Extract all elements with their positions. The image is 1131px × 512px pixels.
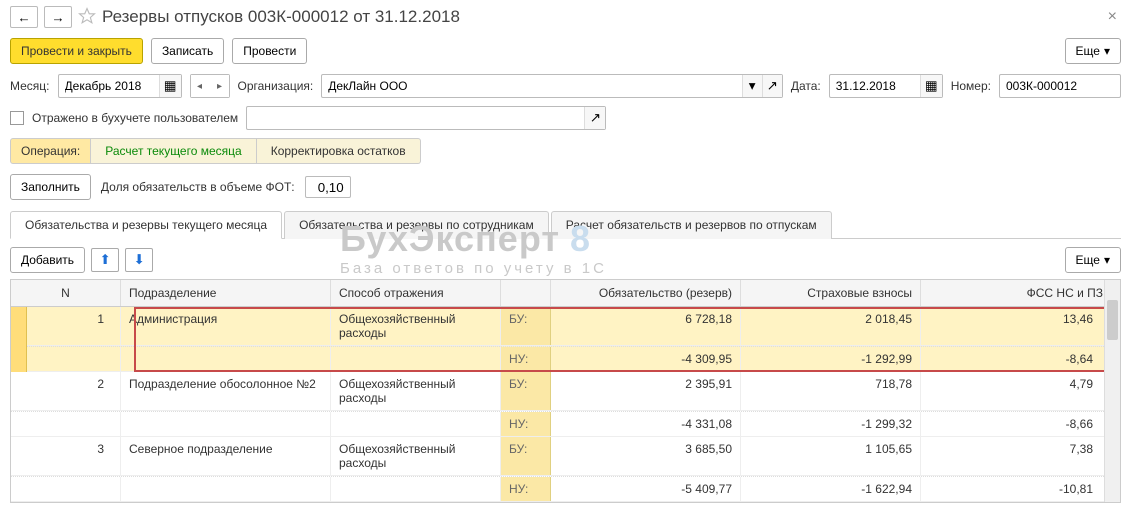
table-row[interactable]: НУ: -4 331,08 -1 299,32 -8,66 bbox=[11, 411, 1120, 437]
reflected-checkbox[interactable] bbox=[10, 111, 24, 125]
th-ob[interactable]: Обязательство (резерв) bbox=[551, 280, 741, 306]
arrow-left-icon: ← bbox=[17, 10, 30, 25]
number-input[interactable] bbox=[999, 74, 1121, 98]
move-down-button[interactable]: ⬇ bbox=[125, 248, 153, 272]
back-button[interactable]: ← bbox=[10, 6, 38, 28]
reflected-input[interactable]: ↗ bbox=[246, 106, 606, 130]
table-more-button[interactable]: Еще▾ bbox=[1065, 247, 1121, 273]
date-label: Дата: bbox=[791, 79, 821, 93]
arrow-right-icon: → bbox=[51, 10, 64, 25]
row-selection-marker bbox=[11, 307, 27, 372]
calendar-icon[interactable]: ▦ bbox=[920, 75, 942, 97]
forward-button[interactable]: → bbox=[44, 6, 72, 28]
month-nav[interactable]: ◂ ▸ bbox=[190, 74, 230, 98]
month-input[interactable]: ▦ bbox=[58, 74, 182, 98]
prev-icon[interactable]: ◂ bbox=[191, 75, 209, 97]
date-input[interactable]: ▦ bbox=[829, 74, 943, 98]
tab-employees[interactable]: Обязательства и резервы по сотрудникам bbox=[284, 211, 549, 239]
table-row[interactable]: НУ: -5 409,77 -1 622,94 -10,81 bbox=[11, 476, 1120, 502]
table-row[interactable]: 1 Администрация Общехозяйственный расход… bbox=[11, 307, 1120, 346]
table-row[interactable]: 3 Северное подразделение Общехозяйственн… bbox=[11, 437, 1120, 476]
th-fss[interactable]: ФСС НС и ПЗ bbox=[921, 280, 1111, 306]
th-acc bbox=[501, 280, 551, 306]
arrow-up-icon: ⬆ bbox=[99, 252, 110, 268]
ratio-label: Доля обязательств в объеме ФОТ: bbox=[101, 180, 295, 194]
add-button[interactable]: Добавить bbox=[10, 247, 85, 273]
open-icon[interactable]: ↗ bbox=[584, 107, 605, 129]
org-input[interactable]: ▾ ↗ bbox=[321, 74, 783, 98]
op-tab-correct[interactable]: Корректировка остатков bbox=[257, 138, 421, 164]
month-label: Месяц: bbox=[10, 79, 50, 93]
calendar-icon[interactable]: ▦ bbox=[159, 75, 181, 97]
dropdown-icon[interactable]: ▾ bbox=[742, 75, 762, 97]
next-icon[interactable]: ▸ bbox=[211, 75, 229, 97]
chevron-down-icon: ▾ bbox=[1104, 44, 1110, 58]
move-up-button[interactable]: ⬆ bbox=[91, 248, 119, 272]
th-pod[interactable]: Подразделение bbox=[121, 280, 331, 306]
chevron-down-icon: ▾ bbox=[1104, 253, 1110, 267]
post-and-close-button[interactable]: Провести и закрыть bbox=[10, 38, 143, 64]
th-str[interactable]: Страховые взносы bbox=[741, 280, 921, 306]
post-button[interactable]: Провести bbox=[232, 38, 307, 64]
reflected-label: Отражено в бухучете пользователем bbox=[32, 111, 238, 125]
save-button[interactable]: Записать bbox=[151, 38, 224, 64]
op-tab-calc[interactable]: Расчет текущего месяца bbox=[91, 138, 256, 164]
more-button[interactable]: Еще▾ bbox=[1065, 38, 1121, 64]
fill-button[interactable]: Заполнить bbox=[10, 174, 91, 200]
operation-label: Операция: bbox=[10, 138, 91, 164]
ratio-input[interactable] bbox=[305, 176, 351, 198]
page-title: Резервы отпусков 003К-000012 от 31.12.20… bbox=[102, 7, 460, 27]
data-table: N Подразделение Способ отражения Обязате… bbox=[10, 279, 1121, 503]
tab-current[interactable]: Обязательства и резервы текущего месяца bbox=[10, 211, 282, 239]
org-label: Организация: bbox=[238, 79, 314, 93]
close-button[interactable]: × bbox=[1104, 8, 1121, 26]
favorite-star-icon[interactable] bbox=[78, 7, 96, 28]
th-n[interactable]: N bbox=[11, 280, 121, 306]
open-icon[interactable]: ↗ bbox=[762, 75, 782, 97]
table-row[interactable]: НУ: -4 309,95 -1 292,99 -8,64 bbox=[11, 346, 1120, 372]
table-row[interactable]: 2 Подразделение обосолонное №2 Общехозяй… bbox=[11, 372, 1120, 411]
number-label: Номер: bbox=[951, 79, 991, 93]
th-spos[interactable]: Способ отражения bbox=[331, 280, 501, 306]
tab-vacations[interactable]: Расчет обязательств и резервов по отпуск… bbox=[551, 211, 832, 239]
vertical-scrollbar[interactable] bbox=[1104, 280, 1120, 502]
arrow-down-icon: ⬇ bbox=[133, 252, 144, 268]
